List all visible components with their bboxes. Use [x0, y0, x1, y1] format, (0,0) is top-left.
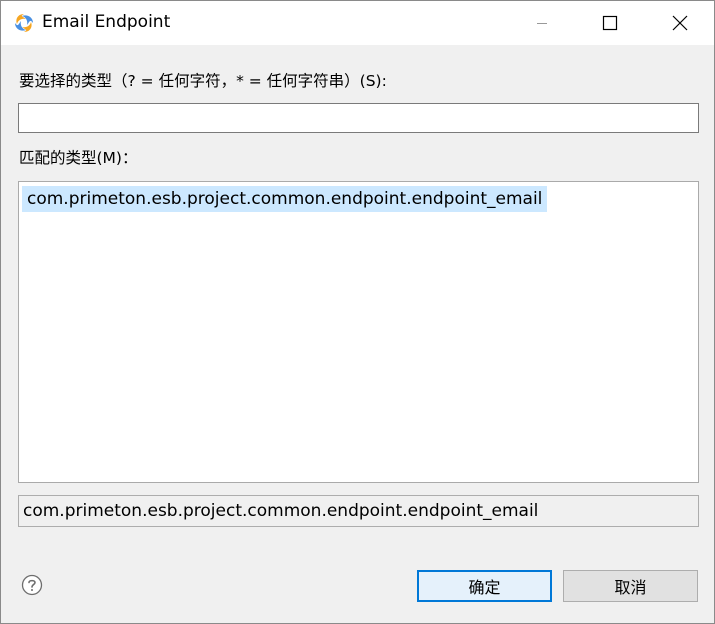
help-icon[interactable]	[21, 574, 43, 596]
pattern-label: 要选择的类型（? = 任何字符，* = 任何字符串）(S):	[19, 72, 387, 90]
cancel-button[interactable]: 取消	[563, 570, 698, 602]
pattern-input[interactable]	[18, 103, 699, 133]
qualifier-detail-field: com.primeton.esb.project.common.endpoint…	[18, 495, 699, 527]
window-title: Email Endpoint	[42, 12, 171, 32]
close-icon	[672, 15, 688, 31]
minimize-icon	[537, 23, 547, 24]
title-bar[interactable]: Email Endpoint	[1, 1, 714, 45]
ok-button[interactable]: 确定	[417, 570, 552, 602]
close-button[interactable]	[657, 1, 703, 45]
matching-types-list[interactable]: com.primeton.esb.project.common.endpoint…	[18, 181, 699, 483]
list-item[interactable]: com.primeton.esb.project.common.endpoint…	[22, 186, 548, 212]
maximize-icon	[602, 15, 618, 31]
dialog-window: Email Endpoint 要选择的类型（? = 任何字符，* = 任何字符串…	[0, 0, 715, 624]
maximize-button[interactable]	[587, 1, 633, 45]
matching-types-label: 匹配的类型(M)：	[19, 149, 138, 167]
app-swirl-icon	[13, 12, 35, 34]
minimize-button[interactable]	[519, 1, 565, 45]
